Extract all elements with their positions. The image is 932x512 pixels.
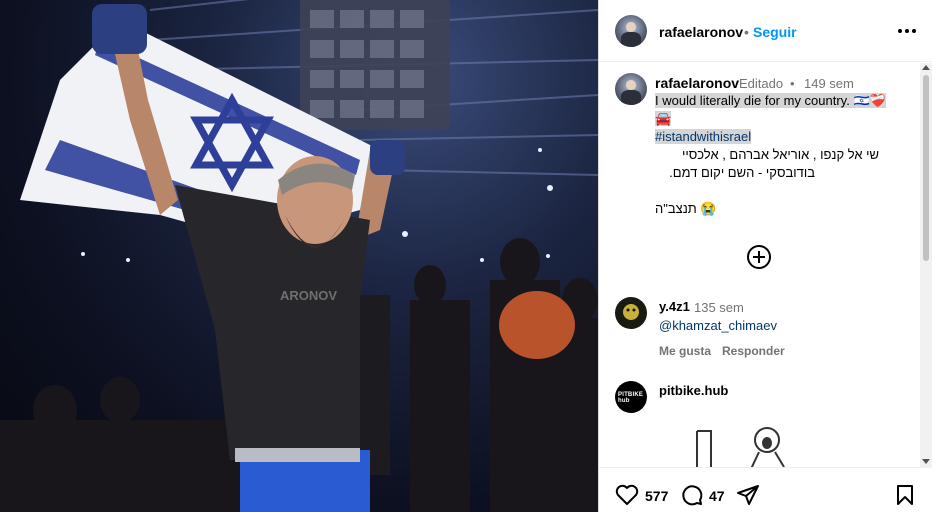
heart-icon[interactable] — [615, 484, 639, 506]
comment-reply-button[interactable]: Responder — [722, 344, 785, 358]
edited-label: Editado — [739, 76, 784, 91]
scroll-down-arrow[interactable] — [922, 459, 930, 464]
follow-button[interactable]: Seguir — [753, 24, 797, 40]
header-separator: • — [744, 24, 749, 40]
comments-list[interactable]: rafaelaronov Editado • 149 sem I would l… — [599, 63, 921, 467]
share-icon[interactable] — [736, 483, 760, 507]
post-actions-bar: 577 47 — [599, 467, 932, 512]
commenter-username[interactable]: y.4z1 — [659, 299, 690, 314]
likes-count[interactable]: 577 — [645, 488, 668, 504]
caption-hebrew-line2: בודובסקי - השם יקום דמם. — [669, 165, 815, 180]
caption-separator: • — [790, 76, 795, 91]
post-header: rafaelaronov • Seguir — [599, 0, 932, 62]
caption-hebrew-line3-row: תנצב"ה 😭 — [655, 200, 915, 218]
comment-like-button[interactable]: Me gusta — [659, 344, 711, 358]
caption-hebrew-line1: שי אל קנפו , אוריאל אברהם , אלכסיי — [681, 147, 879, 162]
author-avatar[interactable] — [615, 15, 647, 47]
comment-icon[interactable] — [680, 483, 704, 507]
scroll-thumb[interactable] — [923, 75, 929, 261]
caption-text: I would literally die for my country. 🇮🇱… — [655, 92, 915, 218]
caption-time[interactable]: 149 sem — [804, 76, 854, 91]
pitbike-username[interactable]: pitbike.hub — [659, 383, 728, 398]
crying-emoji: 😭 — [700, 201, 717, 216]
caption-username[interactable]: rafaelaronov — [655, 75, 739, 91]
commenter-avatar[interactable] — [615, 297, 647, 329]
comments-count[interactable]: 47 — [709, 488, 725, 504]
svg-text:ARONOV: ARONOV — [280, 288, 337, 303]
scroll-up-arrow[interactable] — [922, 65, 930, 70]
post-side-panel: rafaelaronov • Seguir rafaelaronov Edita… — [598, 0, 932, 512]
caption-line1: I would literally die for my country. 🇮🇱… — [655, 93, 886, 108]
pitbike-avatar-text: PITBIKE hub — [618, 392, 644, 404]
hashtag-link[interactable]: #istandwithisrael — [655, 129, 752, 144]
author-username[interactable]: rafaelaronov — [659, 24, 743, 40]
load-more-comments-icon[interactable] — [747, 245, 771, 269]
comments-scrollbar[interactable] — [920, 63, 932, 467]
bookmark-icon[interactable] — [895, 484, 915, 506]
photo-illustration: ARONOV — [0, 0, 598, 512]
post-photo[interactable]: ARONOV — [0, 0, 598, 512]
more-options-icon[interactable] — [897, 23, 917, 39]
comment-sticker-image — [696, 427, 785, 467]
comment-time[interactable]: 135 sem — [694, 300, 744, 315]
pitbike-avatar[interactable]: PITBIKE hub — [615, 381, 647, 413]
caption-car-emoji: 🚘 — [655, 111, 672, 126]
comment-mention-link[interactable]: @khamzat_chimaev — [659, 318, 777, 333]
caption-avatar[interactable] — [615, 73, 647, 105]
caption-hebrew-line3: תנצב"ה — [655, 201, 697, 216]
